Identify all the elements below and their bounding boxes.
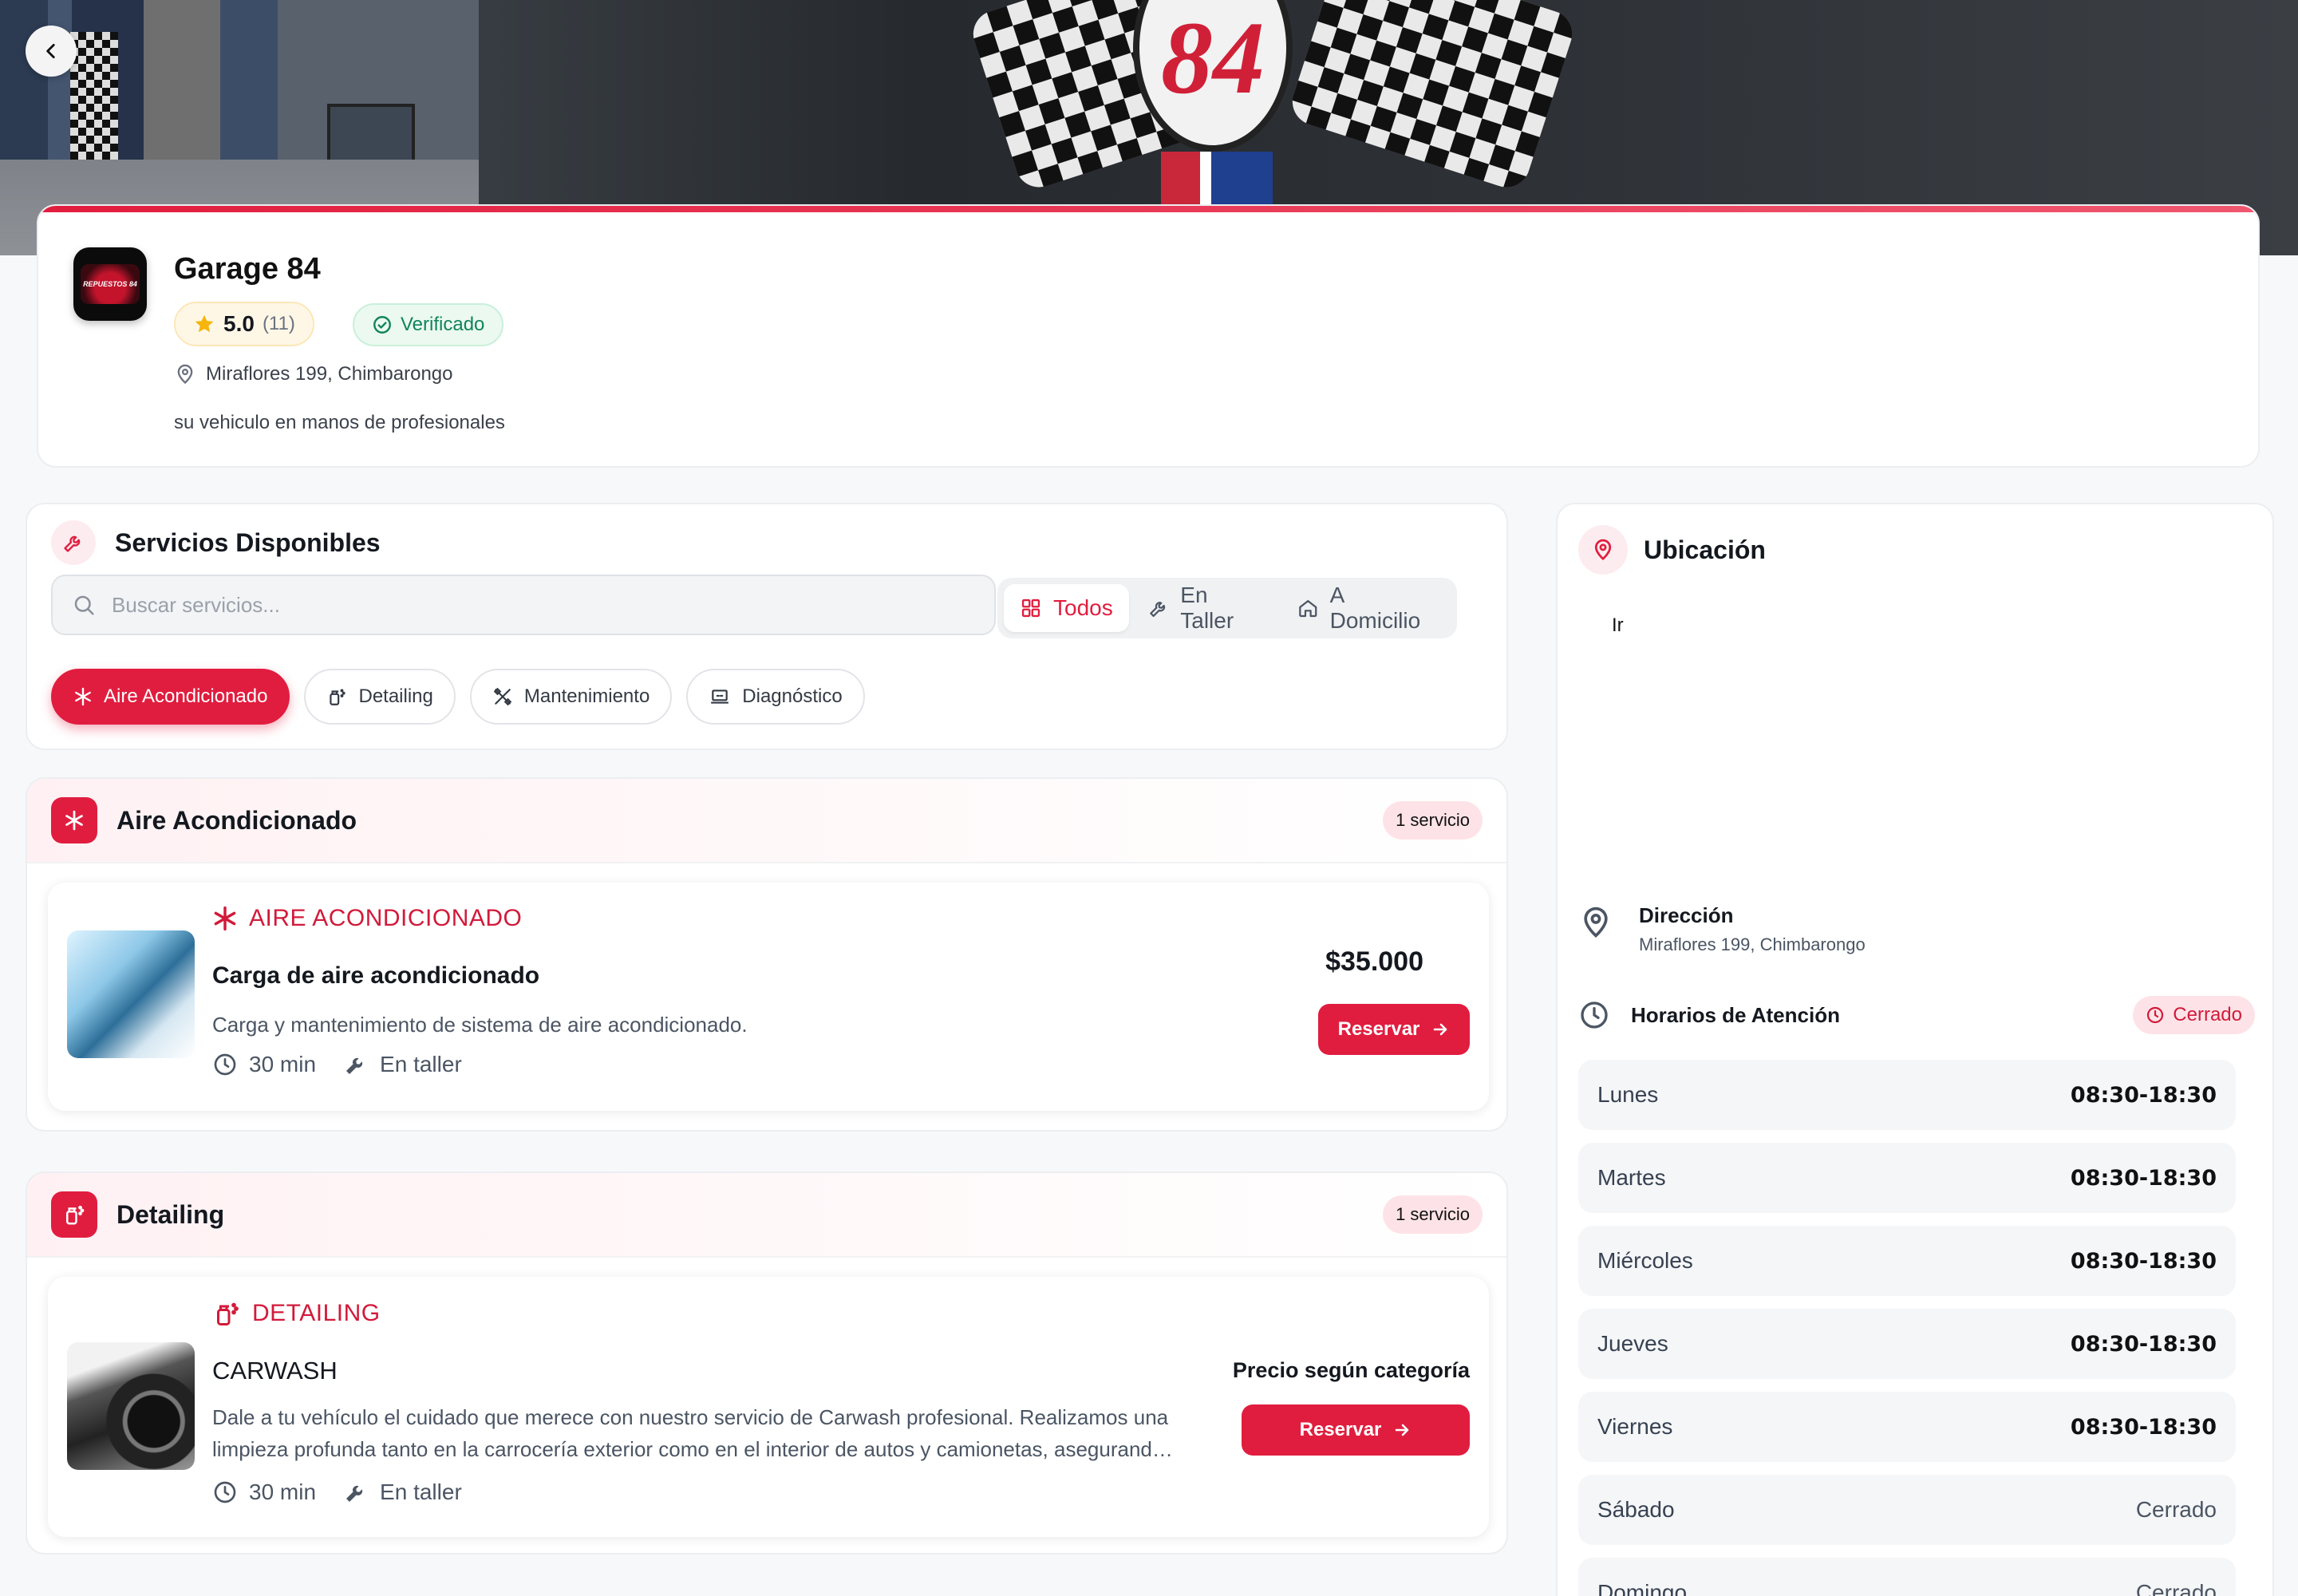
service-category: AIRE ACONDICIONADO <box>249 905 523 931</box>
hours-header: Horarios de Atención Cerrado <box>1578 996 2255 1034</box>
filter-a-domicilio[interactable]: A Domicilio <box>1281 583 1451 633</box>
location-panel: Ubicación Ir Dirección Miraflores 199, C… <box>1556 503 2274 1596</box>
map-pin-icon <box>177 364 193 385</box>
filter-todos[interactable]: Todos <box>1004 584 1129 632</box>
hours-row: Domingo Cerrado <box>1578 1558 2236 1596</box>
service-price: $35.000 <box>1325 946 1423 977</box>
location-filter: Todos En Taller A Domicilio <box>997 578 1457 638</box>
chip-mantenimiento[interactable]: Mantenimiento <box>469 669 673 725</box>
chevron-left-icon <box>46 44 55 58</box>
map-directions-link[interactable]: Ir <box>1612 614 1624 637</box>
wrench-icon <box>64 535 81 552</box>
hours-row: Viernes 08:30-18:30 <box>1578 1392 2236 1462</box>
category-section-aire: Aire Acondicionado 1 servicio AIRE ACOND… <box>26 777 1508 1132</box>
arrow-right-icon <box>1396 1424 1409 1436</box>
wrench-icon <box>1149 602 1165 618</box>
wrench-icon <box>346 1057 363 1074</box>
category-chips: Aire Acondicionado Detailing Mantenimien… <box>51 669 865 725</box>
hours-row: Miércoles 08:30-18:30 <box>1578 1226 2236 1296</box>
hours-row: Martes 08:30-18:30 <box>1578 1143 2236 1213</box>
shop-logo: REPUESTOS 84 <box>73 247 147 321</box>
service-category: DETAILING <box>252 1300 381 1326</box>
service-description: Dale a tu vehículo el cuidado que merece… <box>212 1405 1173 1461</box>
status-badge: Cerrado <box>2133 996 2255 1034</box>
service-duration: 30 min <box>212 1479 316 1505</box>
category-title: Aire Acondicionado <box>116 805 357 835</box>
chip-diagnostico[interactable]: Diagnóstico <box>686 669 865 725</box>
service-price: Precio según categoría <box>1232 1358 1470 1382</box>
service-location: En taller <box>343 1479 462 1505</box>
rating-badge: 5.0 (11) <box>174 302 314 346</box>
snowflake-icon <box>75 687 91 706</box>
tools-icon <box>493 687 512 706</box>
reserve-button[interactable]: Reservar <box>1242 1404 1470 1456</box>
hours-row: Lunes 08:30-18:30 <box>1578 1060 2236 1130</box>
shop-profile-card: REPUESTOS 84 Garage 84 5.0 (11) Verifica… <box>37 204 2260 468</box>
map-pin-icon <box>1594 539 1612 561</box>
services-panel: Servicios Disponibles Buscar servicios..… <box>26 503 1508 750</box>
service-name: Carga de aire acondicionado <box>212 962 540 989</box>
address-label: Dirección <box>1639 903 1734 927</box>
reserve-button[interactable]: Reservar <box>1318 1004 1470 1055</box>
category-section-detailing: Detailing 1 servicio DETAILING CARWASH D… <box>26 1171 1508 1555</box>
address-block: Dirección Miraflores 199, Chimbarongo <box>1578 903 1866 955</box>
clock-icon <box>214 1481 236 1503</box>
star-icon <box>195 314 214 333</box>
chip-aire-acondicionado[interactable]: Aire Acondicionado <box>51 669 290 725</box>
spray-bottle-icon <box>66 1205 85 1225</box>
service-image <box>67 1342 195 1470</box>
verified-badge: Verificado <box>353 303 504 346</box>
clock-icon <box>1581 1001 1608 1029</box>
service-duration: 30 min <box>212 1052 316 1077</box>
map-pin-icon <box>1584 907 1608 938</box>
clock-icon <box>214 1053 236 1076</box>
spray-bottle-icon <box>217 1302 239 1325</box>
service-card[interactable]: AIRE ACONDICIONADO Carga de aire acondic… <box>48 883 1489 1111</box>
services-title: Servicios Disponibles <box>115 527 381 557</box>
address-value: Miraflores 199, Chimbarongo <box>1639 934 1866 954</box>
filter-en-taller[interactable]: En Taller <box>1132 583 1278 633</box>
service-count-badge: 1 servicio <box>1383 1195 1483 1234</box>
shop-address: Miraflores 199, Chimbarongo <box>174 362 452 386</box>
clock-icon <box>2147 1006 2164 1024</box>
search-input[interactable]: Buscar servicios... <box>51 575 996 635</box>
service-name: CARWASH <box>212 1357 338 1385</box>
service-description: Carga y mantenimiento de sistema de aire… <box>212 1013 748 1037</box>
snowflake-icon <box>65 810 83 831</box>
home-icon <box>1299 600 1317 618</box>
checkered-flag-right <box>1286 0 1578 194</box>
service-image <box>67 930 195 1058</box>
service-card[interactable]: DETAILING CARWASH Dale a tu vehículo el … <box>48 1277 1489 1537</box>
back-button[interactable] <box>26 26 77 77</box>
chip-detailing[interactable]: Detailing <box>304 669 456 725</box>
search-icon <box>74 595 94 615</box>
check-circle-icon <box>373 316 391 334</box>
wrench-icon <box>346 1485 363 1502</box>
spray-bottle-icon <box>330 689 346 705</box>
hours-row: Sábado Cerrado <box>1578 1475 2236 1545</box>
arrow-right-icon <box>1434 1023 1447 1036</box>
location-title: Ubicación <box>1644 535 1766 564</box>
category-title: Detailing <box>116 1199 225 1229</box>
shop-name: Garage 84 <box>174 252 321 286</box>
hours-row: Jueves 08:30-18:30 <box>1578 1309 2236 1379</box>
shop-tagline: su vehiculo en manos de profesionales <box>174 412 505 433</box>
hours-title: Horarios de Atención <box>1631 1002 1840 1027</box>
service-count-badge: 1 servicio <box>1383 801 1483 839</box>
search-placeholder: Buscar servicios... <box>112 592 280 617</box>
snowflake-icon <box>214 906 236 931</box>
laptop-icon <box>711 689 729 704</box>
service-location: En taller <box>343 1052 462 1077</box>
grid-icon <box>1021 598 1040 618</box>
